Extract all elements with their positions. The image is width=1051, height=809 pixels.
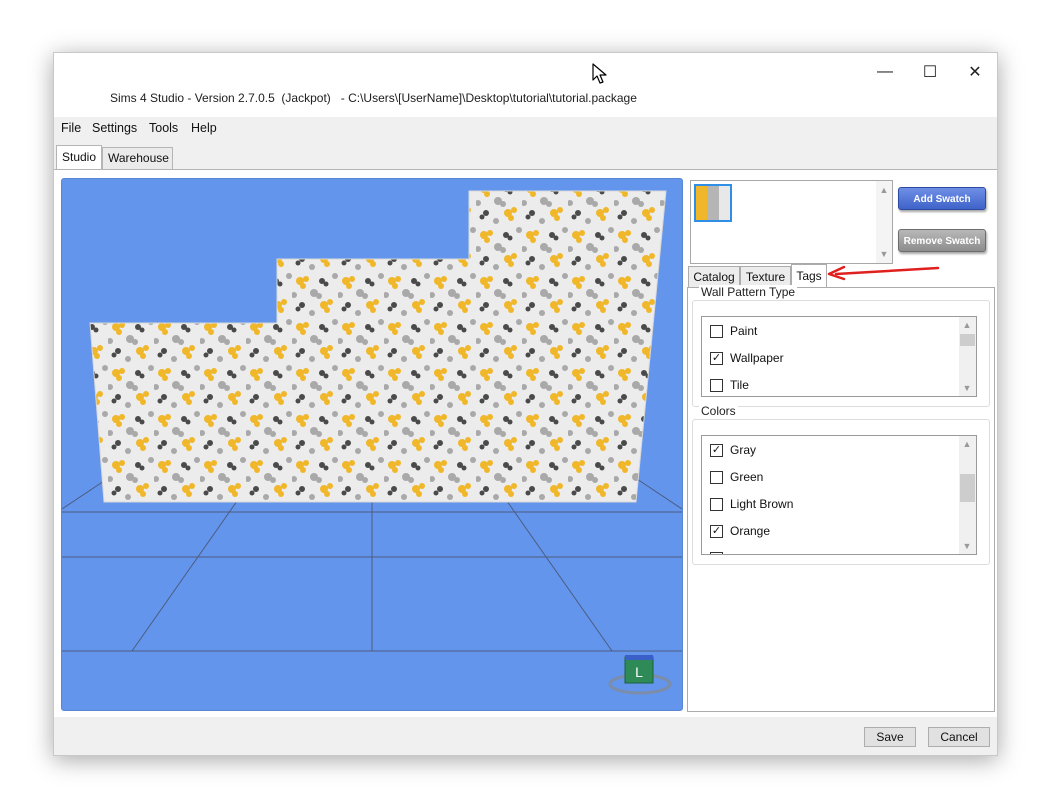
list-item[interactable]: ✓ Orange bbox=[710, 521, 770, 541]
wall-pattern-type-group: Wall Pattern Type Paint ✓ Wallpaper Tile… bbox=[692, 285, 990, 407]
swatch-color-1 bbox=[696, 186, 708, 220]
close-icon[interactable]: ✕ bbox=[954, 59, 996, 85]
scroll-up-icon[interactable]: ▲ bbox=[959, 318, 975, 332]
checkbox-label: Tile bbox=[730, 378, 749, 392]
checkbox-label: Wallpaper bbox=[730, 351, 784, 365]
checkbox-label: Light Brown bbox=[730, 497, 794, 511]
app-window: Sims 4 Studio - Version 2.7.0.5 (Jackpot… bbox=[53, 52, 998, 756]
right-panel: ▲ ▼ Add Swatch Remove Swatch Catalog Tex… bbox=[686, 176, 997, 717]
wall-pattern-scrollbar[interactable]: ▲ ▼ bbox=[959, 317, 976, 396]
tab-tags[interactable]: Tags bbox=[791, 264, 827, 287]
scroll-down-icon[interactable]: ▼ bbox=[876, 247, 892, 261]
tab-studio[interactable]: Studio bbox=[56, 145, 102, 169]
list-item[interactable]: ✓ Gray bbox=[710, 440, 756, 460]
list-item[interactable]: ✓ Wallpaper bbox=[710, 348, 784, 368]
tab-texture[interactable]: Texture bbox=[740, 266, 791, 287]
colors-list: ✓ Gray Green Light Brown ✓ Orange ▲ ▼ bbox=[701, 435, 977, 555]
checkbox-label: Paint bbox=[730, 324, 758, 338]
checkbox-green[interactable] bbox=[710, 470, 723, 484]
list-item[interactable]: Paint bbox=[710, 321, 757, 341]
menu-file[interactable]: File bbox=[61, 121, 81, 135]
checkbox-light-brown[interactable] bbox=[710, 497, 723, 511]
swatch-color-3 bbox=[718, 186, 730, 220]
scroll-down-icon[interactable]: ▼ bbox=[959, 539, 975, 553]
wall-pattern-type-title: Wall Pattern Type bbox=[699, 285, 798, 299]
colors-group: Colors ✓ Gray Green Light Brown ✓ Orange… bbox=[692, 404, 990, 565]
checkbox-orange[interactable]: ✓ bbox=[710, 524, 723, 538]
checkbox-paint[interactable] bbox=[710, 324, 723, 338]
tab-warehouse[interactable]: Warehouse bbox=[102, 147, 173, 169]
add-swatch-button[interactable]: Add Swatch bbox=[898, 187, 986, 210]
list-item-partial[interactable] bbox=[710, 548, 730, 554]
mouse-cursor-icon bbox=[592, 63, 607, 84]
red-arrow-icon bbox=[827, 265, 940, 281]
maximize-icon[interactable]: ☐ bbox=[909, 59, 951, 85]
list-item[interactable]: Light Brown bbox=[710, 494, 793, 514]
minimize-icon[interactable]: — bbox=[864, 59, 906, 85]
window-title: Sims 4 Studio - Version 2.7.0.5 (Jackpot… bbox=[110, 91, 637, 105]
preview-viewport[interactable]: L bbox=[61, 178, 683, 711]
studio-content: L ▲ ▼ Add Swatch Remove Swatch Catalog T… bbox=[54, 169, 997, 717]
scroll-up-icon[interactable]: ▲ bbox=[876, 183, 892, 197]
scroll-thumb[interactable] bbox=[960, 474, 975, 502]
checkbox-next[interactable] bbox=[710, 551, 723, 554]
swatch-scrollbar[interactable]: ▲ ▼ bbox=[876, 181, 892, 263]
checkbox-label: Green bbox=[730, 470, 764, 484]
title-bar: Sims 4 Studio - Version 2.7.0.5 (Jackpot… bbox=[54, 53, 997, 117]
cancel-button[interactable]: Cancel bbox=[928, 727, 990, 747]
menu-tools[interactable]: Tools bbox=[149, 121, 178, 135]
scroll-down-icon[interactable]: ▼ bbox=[959, 381, 975, 395]
checkbox-tile[interactable] bbox=[710, 378, 723, 392]
tab-catalog[interactable]: Catalog bbox=[688, 266, 740, 287]
menu-help[interactable]: Help bbox=[191, 121, 217, 135]
tags-panel: Wall Pattern Type Paint ✓ Wallpaper Tile… bbox=[687, 285, 995, 712]
floor-grid bbox=[62, 478, 682, 652]
checkbox-label: Orange bbox=[730, 524, 771, 538]
scroll-up-icon[interactable]: ▲ bbox=[959, 437, 975, 451]
viewport-scene: L bbox=[62, 190, 682, 695]
remove-swatch-button[interactable]: Remove Swatch bbox=[898, 229, 986, 252]
list-item[interactable]: Tile bbox=[710, 375, 749, 395]
list-item[interactable]: Green bbox=[710, 467, 763, 487]
menu-bar: File Settings Tools Help bbox=[54, 117, 997, 141]
checkbox-label: Gray bbox=[730, 443, 757, 457]
save-button[interactable]: Save bbox=[864, 727, 916, 747]
scroll-thumb[interactable] bbox=[960, 334, 975, 346]
checkbox-wallpaper[interactable]: ✓ bbox=[710, 351, 723, 365]
swatch-list: ▲ ▼ bbox=[690, 180, 893, 264]
light-cube-icon: L bbox=[608, 655, 672, 695]
colors-title: Colors bbox=[699, 404, 738, 418]
wall-pattern-type-list: Paint ✓ Wallpaper Tile ▲ ▼ bbox=[701, 316, 977, 397]
checkbox-gray[interactable]: ✓ bbox=[710, 443, 723, 457]
wallpaper-wall bbox=[89, 190, 667, 503]
swatch-thumbnail[interactable] bbox=[694, 184, 732, 222]
colors-scrollbar[interactable]: ▲ ▼ bbox=[959, 436, 976, 554]
swatch-color-2 bbox=[707, 186, 719, 220]
menu-settings[interactable]: Settings bbox=[92, 121, 137, 135]
cube-label: L bbox=[635, 664, 643, 680]
